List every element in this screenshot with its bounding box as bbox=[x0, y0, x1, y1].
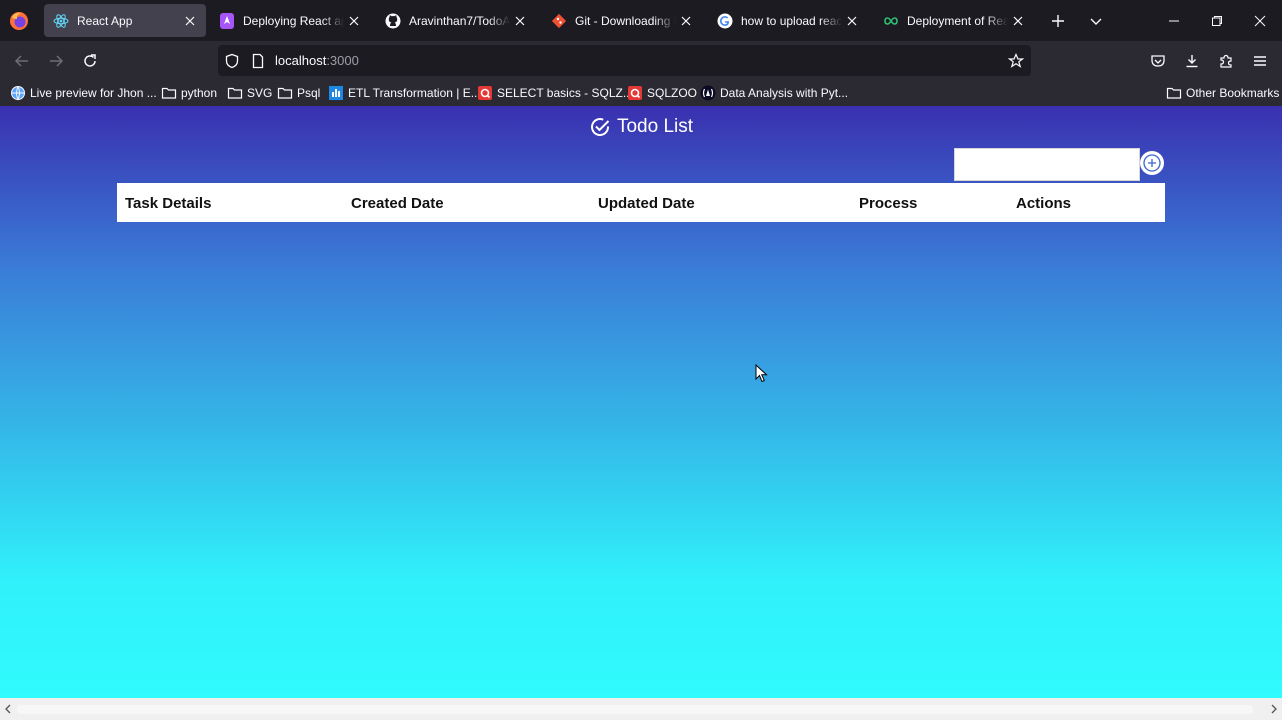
tab-strip: React App Deploying React apps Aravintha… bbox=[0, 0, 1282, 41]
page-title-text: Todo List bbox=[616, 116, 694, 137]
close-window-icon[interactable] bbox=[1238, 0, 1282, 41]
tab-github-todoapi[interactable]: Aravinthan7/TodoApi bbox=[376, 4, 536, 37]
tab-deploying-react-apps[interactable]: Deploying React apps bbox=[210, 4, 370, 37]
tab-git-downloading[interactable]: Git - Downloading Pac bbox=[542, 4, 702, 37]
reload-icon[interactable] bbox=[78, 49, 102, 73]
freecodecamp-icon bbox=[700, 85, 716, 101]
minimize-icon[interactable] bbox=[1152, 0, 1196, 41]
bookmark-label: python bbox=[181, 86, 218, 100]
bookmark-select-basics[interactable]: SELECT basics - SQLZ... bbox=[477, 84, 633, 102]
bookmark-label: ETL Transformation | E... bbox=[348, 86, 481, 100]
bookmark-folder-svg[interactable]: SVG bbox=[227, 84, 272, 102]
globe-icon bbox=[10, 85, 26, 101]
other-bookmarks-label: Other Bookmarks bbox=[1186, 86, 1280, 100]
url-port: :3000 bbox=[326, 53, 359, 68]
horizontal-scrollbar[interactable] bbox=[0, 698, 1282, 720]
bookmark-live-preview[interactable]: Live preview for Jhon ... bbox=[10, 84, 157, 102]
column-header-updated-date: Updated Date bbox=[598, 195, 695, 212]
tab-close-icon[interactable] bbox=[180, 11, 200, 31]
tab-close-icon[interactable] bbox=[344, 11, 364, 31]
folder-icon bbox=[161, 85, 177, 101]
bookmark-label: Data Analysis with Pyt... bbox=[720, 86, 849, 100]
hamburger-menu-icon[interactable] bbox=[1248, 49, 1272, 73]
bookmark-label: Psql bbox=[297, 86, 321, 100]
task-input[interactable] bbox=[954, 148, 1140, 181]
github-icon bbox=[385, 13, 401, 29]
shield-icon[interactable] bbox=[224, 53, 240, 69]
bookmark-label: Live preview for Jhon ... bbox=[30, 86, 157, 100]
scroll-right-icon[interactable] bbox=[1267, 702, 1281, 716]
page-viewport: Todo List Task Details Created Date Upda… bbox=[0, 106, 1282, 698]
column-header-task-details: Task Details bbox=[125, 195, 212, 212]
tab-close-icon[interactable] bbox=[676, 11, 696, 31]
new-tab-icon[interactable] bbox=[1047, 10, 1069, 32]
tab-deployment-react[interactable]: Deployment of React A bbox=[874, 4, 1034, 37]
bookmark-etl-transformation[interactable]: ETL Transformation | E... bbox=[328, 84, 481, 102]
firefox-menu-icon[interactable] bbox=[8, 10, 30, 32]
other-bookmarks[interactable]: Other Bookmarks bbox=[1166, 84, 1279, 102]
git-icon bbox=[551, 13, 567, 29]
infinity-icon bbox=[883, 13, 899, 29]
downloads-icon[interactable] bbox=[1180, 49, 1204, 73]
tab-close-icon[interactable] bbox=[510, 11, 530, 31]
bookmark-data-analysis[interactable]: Data Analysis with Pyt... bbox=[700, 84, 848, 102]
forward-arrow-icon[interactable] bbox=[44, 49, 68, 73]
column-header-process: Process bbox=[859, 195, 918, 212]
tab-label: Aravinthan7/TodoApi bbox=[409, 13, 510, 28]
check-circle-icon bbox=[589, 116, 611, 138]
page-title: Todo List bbox=[0, 116, 1282, 138]
bookmark-label: SELECT basics - SQLZ... bbox=[497, 86, 633, 100]
page-icon[interactable] bbox=[250, 53, 266, 69]
scrollbar-thumb[interactable] bbox=[17, 705, 1253, 714]
plus-icon bbox=[1143, 154, 1161, 172]
bookmark-folder-python[interactable]: python bbox=[161, 84, 217, 102]
sqlzoo-icon bbox=[627, 85, 643, 101]
google-icon bbox=[717, 13, 733, 29]
sqlzoo-icon bbox=[477, 85, 493, 101]
bookmark-folder-psql[interactable]: Psql bbox=[277, 84, 320, 102]
extensions-icon[interactable] bbox=[1214, 49, 1238, 73]
column-header-created-date: Created Date bbox=[351, 195, 444, 212]
react-icon bbox=[53, 13, 69, 29]
folder-icon bbox=[1166, 85, 1182, 101]
column-header-actions: Actions bbox=[1016, 195, 1072, 212]
bookmark-star-icon[interactable] bbox=[1008, 53, 1024, 69]
netlify-icon bbox=[219, 12, 235, 29]
bookmark-label: SQLZOO bbox=[647, 86, 698, 100]
url-text[interactable]: localhost:3000 bbox=[275, 53, 359, 68]
tab-label: how to upload react p bbox=[741, 13, 842, 28]
folder-icon bbox=[227, 85, 243, 101]
tab-label: Deploying React apps bbox=[243, 13, 344, 28]
back-arrow-icon[interactable] bbox=[10, 49, 34, 73]
scroll-left-icon[interactable] bbox=[1, 702, 15, 716]
mouse-cursor-icon bbox=[755, 364, 768, 383]
address-bar[interactable]: localhost:3000 bbox=[218, 45, 1031, 76]
bookmarks-toolbar: Live preview for Jhon ... python SVG Psq… bbox=[0, 80, 1282, 106]
tab-close-icon[interactable] bbox=[842, 11, 862, 31]
restore-icon[interactable] bbox=[1195, 0, 1239, 41]
add-task-button[interactable] bbox=[1140, 151, 1164, 175]
bookmark-label: SVG bbox=[247, 86, 273, 100]
bi-icon bbox=[328, 85, 344, 101]
todo-table-header: Task Details Created Date Updated Date P… bbox=[117, 183, 1165, 222]
tab-label: Git - Downloading Pac bbox=[575, 13, 676, 28]
tab-google-search[interactable]: how to upload react p bbox=[708, 4, 868, 37]
tab-label: React App bbox=[77, 13, 133, 28]
navigation-toolbar: localhost:3000 bbox=[0, 41, 1282, 80]
bookmark-sqlzoo[interactable]: SQLZOO bbox=[627, 84, 697, 102]
tab-close-icon[interactable] bbox=[1008, 11, 1028, 31]
url-host: localhost bbox=[275, 53, 327, 68]
list-all-tabs-icon[interactable] bbox=[1085, 10, 1107, 32]
folder-icon bbox=[277, 85, 293, 101]
tab-label: Deployment of React A bbox=[907, 13, 1008, 28]
tab-react-app[interactable]: React App bbox=[44, 4, 206, 37]
pocket-icon[interactable] bbox=[1146, 49, 1170, 73]
